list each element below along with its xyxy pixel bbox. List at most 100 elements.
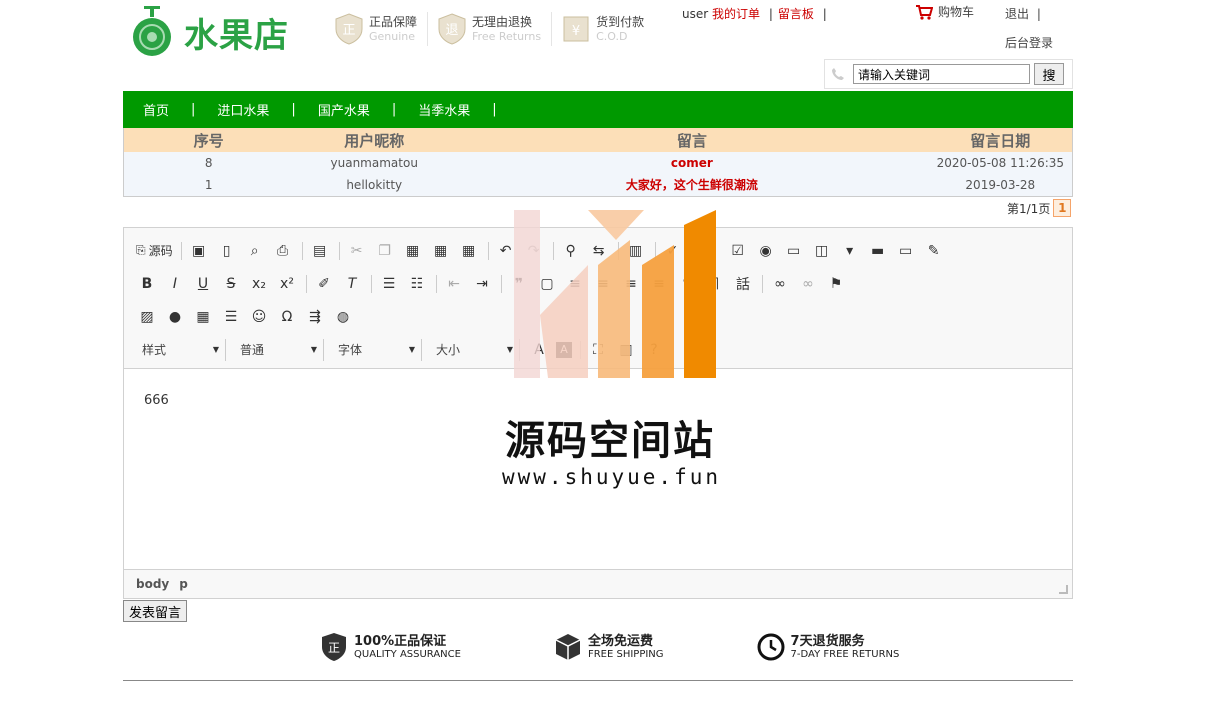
table-header-row: 序号 用户昵称 留言 留言日期 bbox=[123, 128, 1073, 152]
table-row: 1 hellokitty 大家好，这个生鲜很潮流 2019-03-28 bbox=[123, 174, 1073, 196]
preview-icon[interactable]: ⌕ bbox=[244, 240, 266, 262]
path-p[interactable]: p bbox=[179, 577, 188, 591]
toolbar-separator bbox=[436, 274, 437, 293]
special-char-icon[interactable]: Ω bbox=[276, 306, 298, 328]
format-combo-label: 普通 bbox=[240, 343, 265, 357]
search-input[interactable] bbox=[853, 64, 1030, 84]
resize-handle-icon[interactable] bbox=[1059, 585, 1068, 594]
templates-icon[interactable]: ▤ bbox=[309, 240, 331, 262]
quality-shield-icon: 正 bbox=[322, 633, 346, 661]
phone-icon bbox=[832, 68, 844, 80]
nav-separator: | bbox=[492, 102, 497, 117]
image-button-icon[interactable]: ▭ bbox=[895, 240, 917, 262]
strike-icon[interactable]: S bbox=[220, 273, 242, 295]
service-badges: 正 正品保障 Genuine 退 无理由退换 Free Returns ¥ 货到… bbox=[335, 12, 664, 46]
source-button[interactable]: ⎘ 源码 bbox=[136, 240, 173, 262]
button-field-icon[interactable]: ▬ bbox=[867, 240, 889, 262]
site-logo[interactable]: 水果店 bbox=[130, 6, 289, 58]
my-orders-link[interactable]: 我的订单 bbox=[712, 7, 760, 21]
toolbar-separator bbox=[306, 274, 307, 293]
smiley-icon[interactable]: ☺ bbox=[248, 306, 270, 328]
badge-cn: 无理由退换 bbox=[472, 15, 533, 29]
chevron-down-icon: ▼ bbox=[212, 345, 219, 354]
badge-en: C.O.D bbox=[596, 30, 628, 43]
textarea-icon[interactable]: ◫ bbox=[811, 240, 833, 262]
nav-seasonal-fruit[interactable]: 当季水果 bbox=[418, 100, 470, 119]
iframe-icon[interactable]: ◍ bbox=[332, 306, 354, 328]
toolbar-separator bbox=[762, 274, 763, 293]
cart-link[interactable]: 购物车 bbox=[915, 3, 974, 20]
nav-home[interactable]: 首页 bbox=[143, 100, 169, 119]
superscript-icon[interactable]: x² bbox=[276, 273, 298, 295]
hidden-field-icon[interactable]: ✎ bbox=[923, 240, 945, 262]
nav-separator: | bbox=[768, 7, 773, 21]
svg-text:退: 退 bbox=[446, 23, 459, 38]
pagination: 第1/1页 1 bbox=[1007, 199, 1072, 217]
select-field-icon[interactable]: ▾ bbox=[839, 240, 861, 262]
path-body[interactable]: body bbox=[136, 577, 169, 591]
print-icon[interactable]: ⎙ bbox=[272, 240, 294, 262]
badge-genuine: 正 正品保障 Genuine bbox=[335, 12, 429, 46]
package-icon bbox=[555, 634, 581, 660]
brand-name: 水果店 bbox=[184, 15, 289, 56]
cut-icon[interactable]: ✂ bbox=[346, 240, 368, 262]
message-board-link[interactable]: 留言板 bbox=[778, 7, 814, 21]
toolbar-separator bbox=[371, 274, 372, 293]
anchor-icon[interactable]: ⚑ bbox=[825, 273, 847, 295]
link-icon[interactable]: ∞ bbox=[769, 273, 791, 295]
paste-icon[interactable]: ▦ bbox=[402, 240, 424, 262]
copy-format-icon[interactable]: ✐ bbox=[313, 273, 335, 295]
copy-icon[interactable]: ❐ bbox=[374, 240, 396, 262]
save-icon[interactable]: ▣ bbox=[188, 240, 210, 262]
bulleted-list-icon[interactable]: ☷ bbox=[406, 273, 428, 295]
outdent-icon[interactable]: ⇤ bbox=[443, 273, 465, 295]
admin-login-link[interactable]: 后台登录 bbox=[1005, 34, 1053, 51]
paste-text-icon[interactable]: ▦ bbox=[430, 240, 452, 262]
radio-icon[interactable]: ◉ bbox=[755, 240, 777, 262]
subscript-icon[interactable]: x₂ bbox=[248, 273, 270, 295]
main-nav: 首页 | 进口水果 | 国产水果 | 当季水果 | bbox=[123, 91, 1073, 128]
col-header-message: 留言 bbox=[455, 128, 929, 152]
service-quality: 正 100%正品保证 QUALITY ASSURANCE bbox=[320, 632, 461, 662]
nav-imported-fruit[interactable]: 进口水果 bbox=[217, 100, 269, 119]
table-icon[interactable]: ▦ bbox=[192, 306, 214, 328]
submit-message-button[interactable]: 发表留言 bbox=[123, 600, 188, 622]
style-combo-label: 样式 bbox=[142, 343, 167, 357]
format-combo[interactable]: 普通 ▼ bbox=[234, 338, 324, 361]
cell-nickname: hellokitty bbox=[293, 174, 456, 196]
source-label: 源码 bbox=[148, 244, 173, 258]
italic-icon[interactable]: I bbox=[164, 273, 186, 295]
horizontal-rule-icon[interactable]: ☰ bbox=[220, 306, 242, 328]
remove-format-icon[interactable]: T bbox=[341, 273, 363, 295]
svg-text:正: 正 bbox=[342, 23, 355, 38]
footer-divider bbox=[123, 680, 1073, 681]
col-header-nickname: 用户昵称 bbox=[293, 128, 456, 152]
paste-word-icon[interactable]: ▦ bbox=[458, 240, 480, 262]
bold-icon[interactable]: B bbox=[136, 273, 158, 295]
badge-cn: 货到付款 bbox=[596, 15, 645, 29]
style-combo[interactable]: 样式 ▼ bbox=[136, 338, 226, 361]
indent-icon[interactable]: ⇥ bbox=[471, 273, 493, 295]
image-icon[interactable]: ▨ bbox=[136, 306, 158, 328]
toolbar-separator bbox=[338, 241, 340, 260]
new-page-icon[interactable]: ▯ bbox=[216, 240, 238, 262]
numbered-list-icon[interactable]: ☰ bbox=[378, 273, 400, 295]
page-1-button[interactable]: 1 bbox=[1053, 199, 1072, 217]
search-button[interactable]: 搜 bbox=[1034, 63, 1064, 85]
cell-id: 8 bbox=[123, 152, 294, 174]
chevron-down-icon: ▼ bbox=[310, 345, 317, 354]
top-nav: user 我的订单 | 留言板 | bbox=[682, 5, 832, 22]
logout-link[interactable]: 退出 bbox=[1005, 7, 1029, 21]
cart-icon bbox=[916, 4, 933, 20]
underline-icon[interactable]: U bbox=[192, 273, 214, 295]
page-break-icon[interactable]: ⇶ bbox=[304, 306, 326, 328]
search-box: 搜 bbox=[824, 59, 1073, 89]
service-en: FREE SHIPPING bbox=[587, 648, 664, 660]
unlink-icon[interactable]: ∞ bbox=[797, 273, 819, 295]
chevron-down-icon: ▼ bbox=[408, 345, 415, 354]
badge-cn: 正品保障 bbox=[369, 15, 418, 29]
textfield-icon[interactable]: ▭ bbox=[783, 240, 805, 262]
font-combo[interactable]: 字体 ▼ bbox=[332, 338, 422, 361]
nav-domestic-fruit[interactable]: 国产水果 bbox=[318, 100, 370, 119]
flash-icon[interactable]: ● bbox=[164, 306, 186, 328]
